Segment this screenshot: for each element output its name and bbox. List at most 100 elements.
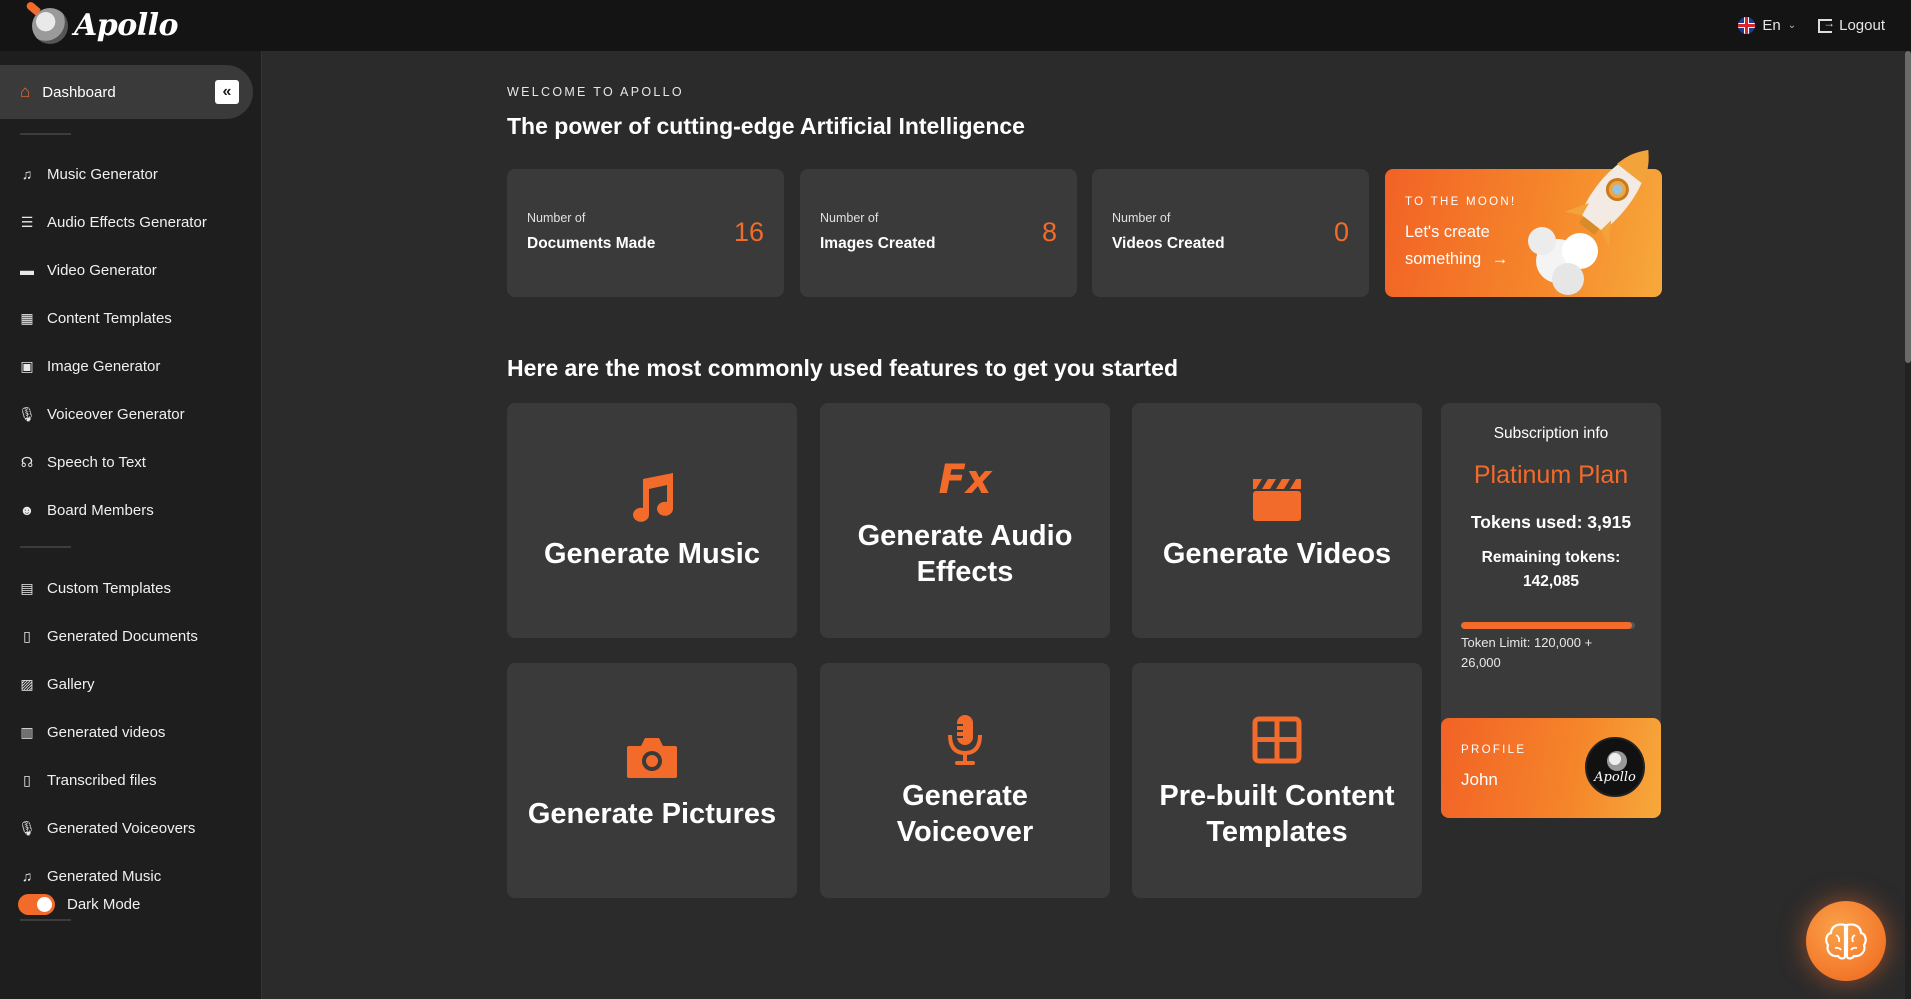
sidebar-item-label: Custom Templates bbox=[47, 579, 171, 597]
music-note-icon bbox=[625, 470, 679, 526]
stat-label: Documents Made bbox=[527, 235, 656, 252]
document-icon: ▯ bbox=[23, 627, 31, 644]
dark-mode-toggle[interactable] bbox=[18, 894, 55, 915]
sidebar-item-label: Speech to Text bbox=[47, 453, 146, 471]
sidebar-item-music-generator[interactable]: ♫ Music Generator bbox=[18, 161, 158, 187]
token-usage-bar bbox=[1461, 622, 1635, 629]
language-selector[interactable]: En ⌄ bbox=[1738, 17, 1796, 34]
avatar: Apollo bbox=[1585, 737, 1645, 797]
to-the-moon-card[interactable]: TO THE MOON! Let's create something → bbox=[1385, 150, 1662, 297]
sidebar-item-label: Board Members bbox=[47, 501, 154, 519]
language-label: En bbox=[1762, 17, 1781, 34]
generate-pictures-card[interactable]: Generate Pictures bbox=[507, 663, 797, 898]
sidebar: ⌂ Dashboard « ♫ Music Generator ☰ Audio … bbox=[0, 51, 262, 999]
stat-label: Videos Created bbox=[1112, 235, 1225, 252]
stat-card-images: Number of Images Created 8 bbox=[800, 169, 1077, 297]
sidebar-item-voiceover-generator[interactable]: 🎙 Voiceover Generator bbox=[18, 401, 185, 427]
generate-voiceover-card[interactable]: Generate Voiceover bbox=[820, 663, 1110, 898]
sidebar-item-dashboard[interactable]: ⌂ Dashboard « bbox=[0, 65, 253, 119]
feature-title: Generate Voiceover bbox=[896, 779, 1034, 848]
plan-name: Platinum Plan bbox=[1473, 461, 1629, 489]
templates-icon: ▦ bbox=[20, 309, 34, 326]
page-scrollbar-thumb[interactable] bbox=[1905, 51, 1911, 363]
gallery-icon: ▨ bbox=[20, 675, 34, 692]
sidebar-item-image-generator[interactable]: ▣ Image Generator bbox=[18, 353, 160, 379]
sidebar-item-label: Content Templates bbox=[47, 309, 172, 327]
sidebar-item-generated-documents[interactable]: ▯ Generated Documents bbox=[18, 623, 198, 649]
sidebar-item-label: Video Generator bbox=[47, 261, 157, 279]
feature-title: Generate Pictures bbox=[527, 797, 777, 830]
generate-audio-effects-card[interactable]: Fx Generate Audio Effects bbox=[820, 403, 1110, 638]
music-note-icon: ♫ bbox=[21, 868, 33, 884]
brain-icon bbox=[1825, 923, 1867, 960]
sidebar-item-label: Image Generator bbox=[47, 357, 161, 375]
sidebar-item-generated-videos[interactable]: ▥ Generated videos bbox=[18, 719, 165, 745]
sidebar-item-generated-voiceovers[interactable]: 🎙 Generated Voiceovers bbox=[18, 815, 195, 841]
camera-icon bbox=[625, 730, 679, 786]
token-usage-fill bbox=[1461, 622, 1632, 629]
users-icon: ☻ bbox=[19, 502, 35, 518]
sidebar-item-gallery[interactable]: ▨ Gallery bbox=[18, 671, 95, 697]
sidebar-item-audio-effects-generator[interactable]: ☰ Audio Effects Generator bbox=[18, 209, 207, 235]
clapperboard-icon bbox=[1250, 470, 1304, 526]
sidebar-item-board-members[interactable]: ☻ Board Members bbox=[18, 497, 154, 523]
remaining-tokens-label: Remaining tokens: bbox=[1481, 549, 1621, 566]
stat-card-videos: Number of Videos Created 0 bbox=[1092, 169, 1369, 297]
chevron-down-icon: ⌄ bbox=[1787, 20, 1797, 31]
logout-icon bbox=[1818, 16, 1835, 33]
sidebar-item-content-templates[interactable]: ▦ Content Templates bbox=[18, 305, 172, 331]
profile-name: John bbox=[1461, 770, 1498, 789]
feature-title: Generate Music bbox=[544, 537, 760, 570]
music-note-icon: ♫ bbox=[21, 166, 33, 182]
arrow-right-icon: → bbox=[1491, 250, 1509, 268]
sidebar-divider bbox=[20, 133, 71, 135]
welcome-eyebrow: WELCOME TO APOLLO bbox=[507, 85, 684, 99]
feature-title: Pre-built Content Templates bbox=[1159, 779, 1395, 848]
sidebar-divider bbox=[20, 919, 71, 921]
collapse-sidebar-button[interactable]: « bbox=[215, 80, 239, 104]
uk-flag-icon bbox=[1738, 17, 1756, 34]
sidebar-item-label: Gallery bbox=[47, 675, 95, 693]
sidebar-item-transcribed-files[interactable]: ▯ Transcribed files bbox=[18, 767, 156, 793]
moon-card-cta-text: Let's create something bbox=[1405, 223, 1490, 268]
profile-card[interactable]: PROFILE John Apollo bbox=[1441, 718, 1661, 818]
sidebar-item-generated-music[interactable]: ♫ Generated Music bbox=[18, 863, 161, 889]
top-bar: Apollo En ⌄ Logout bbox=[0, 0, 1911, 51]
grid-icon bbox=[1252, 712, 1302, 768]
moon-logo-icon bbox=[1607, 751, 1627, 771]
dark-mode-label: Dark Mode bbox=[67, 896, 141, 913]
film-icon: ▥ bbox=[20, 723, 34, 740]
sidebar-divider bbox=[20, 546, 71, 548]
headset-icon: ☊ bbox=[20, 453, 34, 470]
moon-logo-icon bbox=[25, 0, 68, 44]
ai-assistant-button[interactable] bbox=[1806, 901, 1886, 981]
sidebar-item-speech-to-text[interactable]: ☊ Speech to Text bbox=[18, 449, 146, 475]
microphone-icon: 🎙 bbox=[18, 405, 36, 422]
stat-value: 0 bbox=[1333, 217, 1349, 247]
brand-name: Apollo bbox=[74, 8, 179, 43]
remaining-tokens: Remaining tokens: 142,085 bbox=[1456, 546, 1646, 594]
profile-tag: PROFILE bbox=[1461, 744, 1527, 756]
prebuilt-content-templates-card[interactable]: Pre-built Content Templates bbox=[1132, 663, 1422, 898]
file-icon: ▯ bbox=[23, 771, 31, 788]
brand-logo[interactable]: Apollo bbox=[25, 0, 179, 44]
logout-button[interactable]: Logout bbox=[1818, 16, 1885, 34]
sidebar-item-label: Generated Documents bbox=[47, 627, 198, 645]
stat-label: Images Created bbox=[820, 235, 936, 252]
clapperboard-icon: ▬ bbox=[20, 262, 34, 278]
generate-music-card[interactable]: Generate Music bbox=[507, 403, 797, 638]
image-icon: ▣ bbox=[20, 357, 34, 374]
stat-value: 16 bbox=[733, 217, 764, 247]
section-title: Here are the most commonly used features… bbox=[507, 355, 1179, 381]
remaining-tokens-value: 142,085 bbox=[1522, 573, 1580, 590]
feature-title: Generate Audio Effects bbox=[857, 519, 1073, 588]
sidebar-item-custom-templates[interactable]: ▤ Custom Templates bbox=[18, 575, 171, 601]
microphone-icon bbox=[945, 712, 985, 768]
stat-label-small: Number of bbox=[820, 211, 879, 225]
sidebar-item-label: Voiceover Generator bbox=[47, 405, 185, 423]
generate-videos-card[interactable]: Generate Videos bbox=[1132, 403, 1422, 638]
sidebar-item-video-generator[interactable]: ▬ Video Generator bbox=[18, 257, 157, 283]
tokens-used: Tokens used: 3,915 bbox=[1470, 512, 1632, 532]
sidebar-item-label: Audio Effects Generator bbox=[47, 213, 207, 231]
stat-card-documents: Number of Documents Made 16 bbox=[507, 169, 784, 297]
